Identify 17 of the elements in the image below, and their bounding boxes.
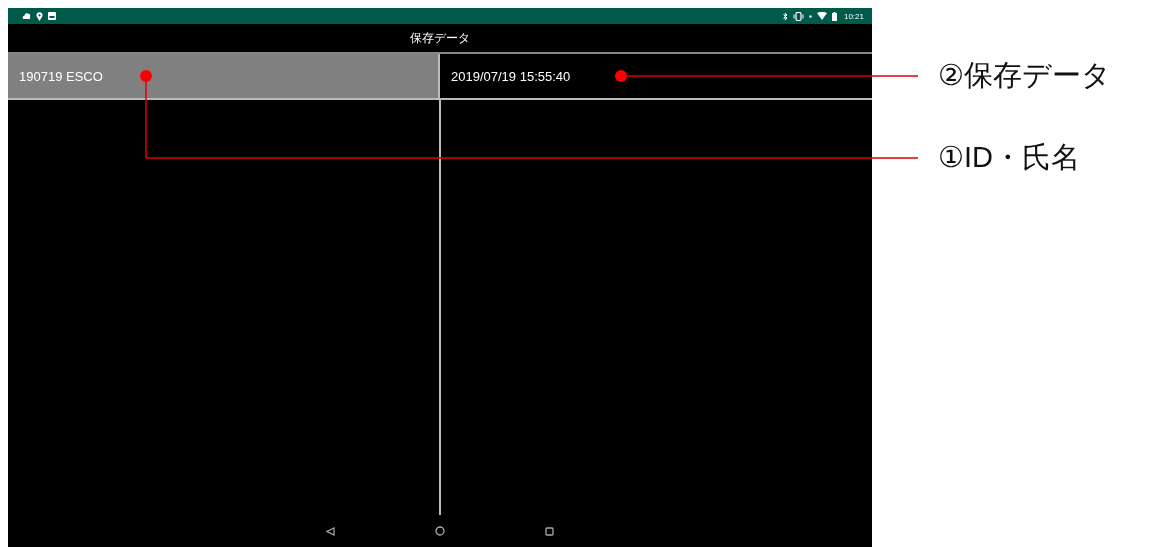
recent-apps-icon[interactable] — [545, 526, 554, 536]
home-icon[interactable] — [435, 526, 445, 536]
annotation-label: ②保存データ — [938, 58, 1111, 93]
annotation-label: ①ID・氏名 — [938, 140, 1080, 175]
cloud-icon — [22, 12, 31, 20]
battery-icon — [831, 11, 837, 21]
wifi-icon — [816, 12, 827, 20]
back-icon[interactable] — [326, 526, 335, 536]
vibrate-icon — [792, 11, 804, 21]
id-name-cell[interactable]: 190719 ESCO — [8, 54, 440, 98]
image-icon — [48, 12, 56, 20]
status-time: 10:21 — [843, 11, 864, 21]
bluetooth-icon — [782, 11, 788, 21]
screen-title: 保存データ — [410, 29, 470, 47]
dot-icon — [808, 14, 812, 18]
location-pin-icon — [36, 11, 43, 21]
saved-time-cell[interactable]: 2019/07/19 15:55:40 — [440, 54, 872, 98]
